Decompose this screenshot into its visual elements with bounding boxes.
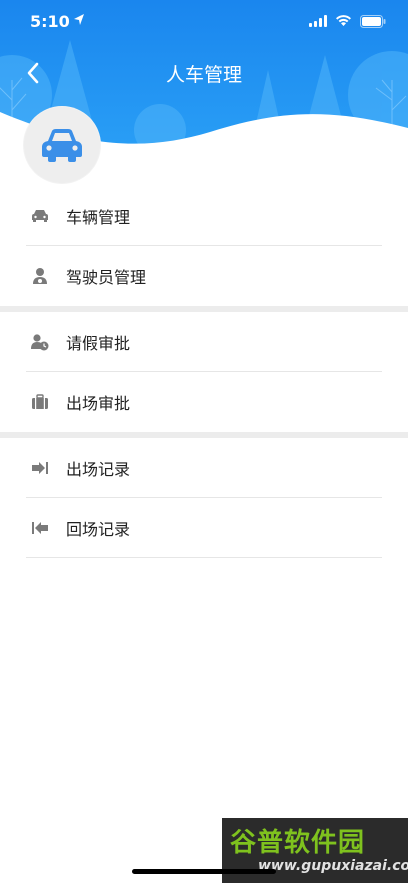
menu-item-leave-approval[interactable]: 请假审批: [26, 312, 382, 372]
menu-item-label: 请假审批: [66, 333, 131, 353]
menu-item-return-records[interactable]: 回场记录: [26, 498, 382, 558]
return-icon: [30, 518, 50, 538]
menu-item-label: 出场审批: [66, 394, 131, 413]
wifi-icon: [336, 15, 351, 26]
menu-item-driver-management[interactable]: 驾驶员管理: [26, 246, 382, 306]
avatar: [24, 107, 100, 183]
car-icon: [30, 206, 50, 226]
menu-item-exit-records[interactable]: 出场记录: [26, 438, 382, 498]
battery-icon: [360, 14, 386, 28]
exit-icon: [30, 458, 50, 478]
car-avatar-icon: [42, 129, 82, 162]
driver-icon: [30, 266, 50, 286]
menu-item-label: 回场记录: [66, 519, 131, 539]
menu-item-label: 驾驶员管理: [66, 268, 147, 287]
navigation-bar: 人车管理: [0, 50, 408, 94]
home-indicator[interactable]: [132, 869, 276, 874]
menu-item-label: 出场记录: [66, 459, 131, 479]
leave-approval-icon: [30, 332, 50, 352]
watermark-title: 谷普软件园: [230, 828, 366, 858]
menu-item-exit-approval[interactable]: 出场审批: [26, 372, 382, 432]
status-bar: 5:10: [0, 0, 408, 44]
menu-item-label: 车辆管理: [66, 207, 131, 227]
briefcase-icon: [30, 392, 50, 412]
cellular-signal-icon: [309, 15, 327, 27]
page-title: 人车管理: [165, 64, 242, 86]
watermark-url: www.gupuxiazai.com: [258, 858, 408, 874]
status-time: 5:10: [30, 12, 70, 31]
location-arrow-icon: [74, 14, 84, 25]
menu-item-vehicle-management[interactable]: 车辆管理: [26, 186, 382, 246]
menu-list: 车辆管理 驾驶员管理 请假审批 出场审批 出场记录 回场记录: [0, 186, 408, 558]
